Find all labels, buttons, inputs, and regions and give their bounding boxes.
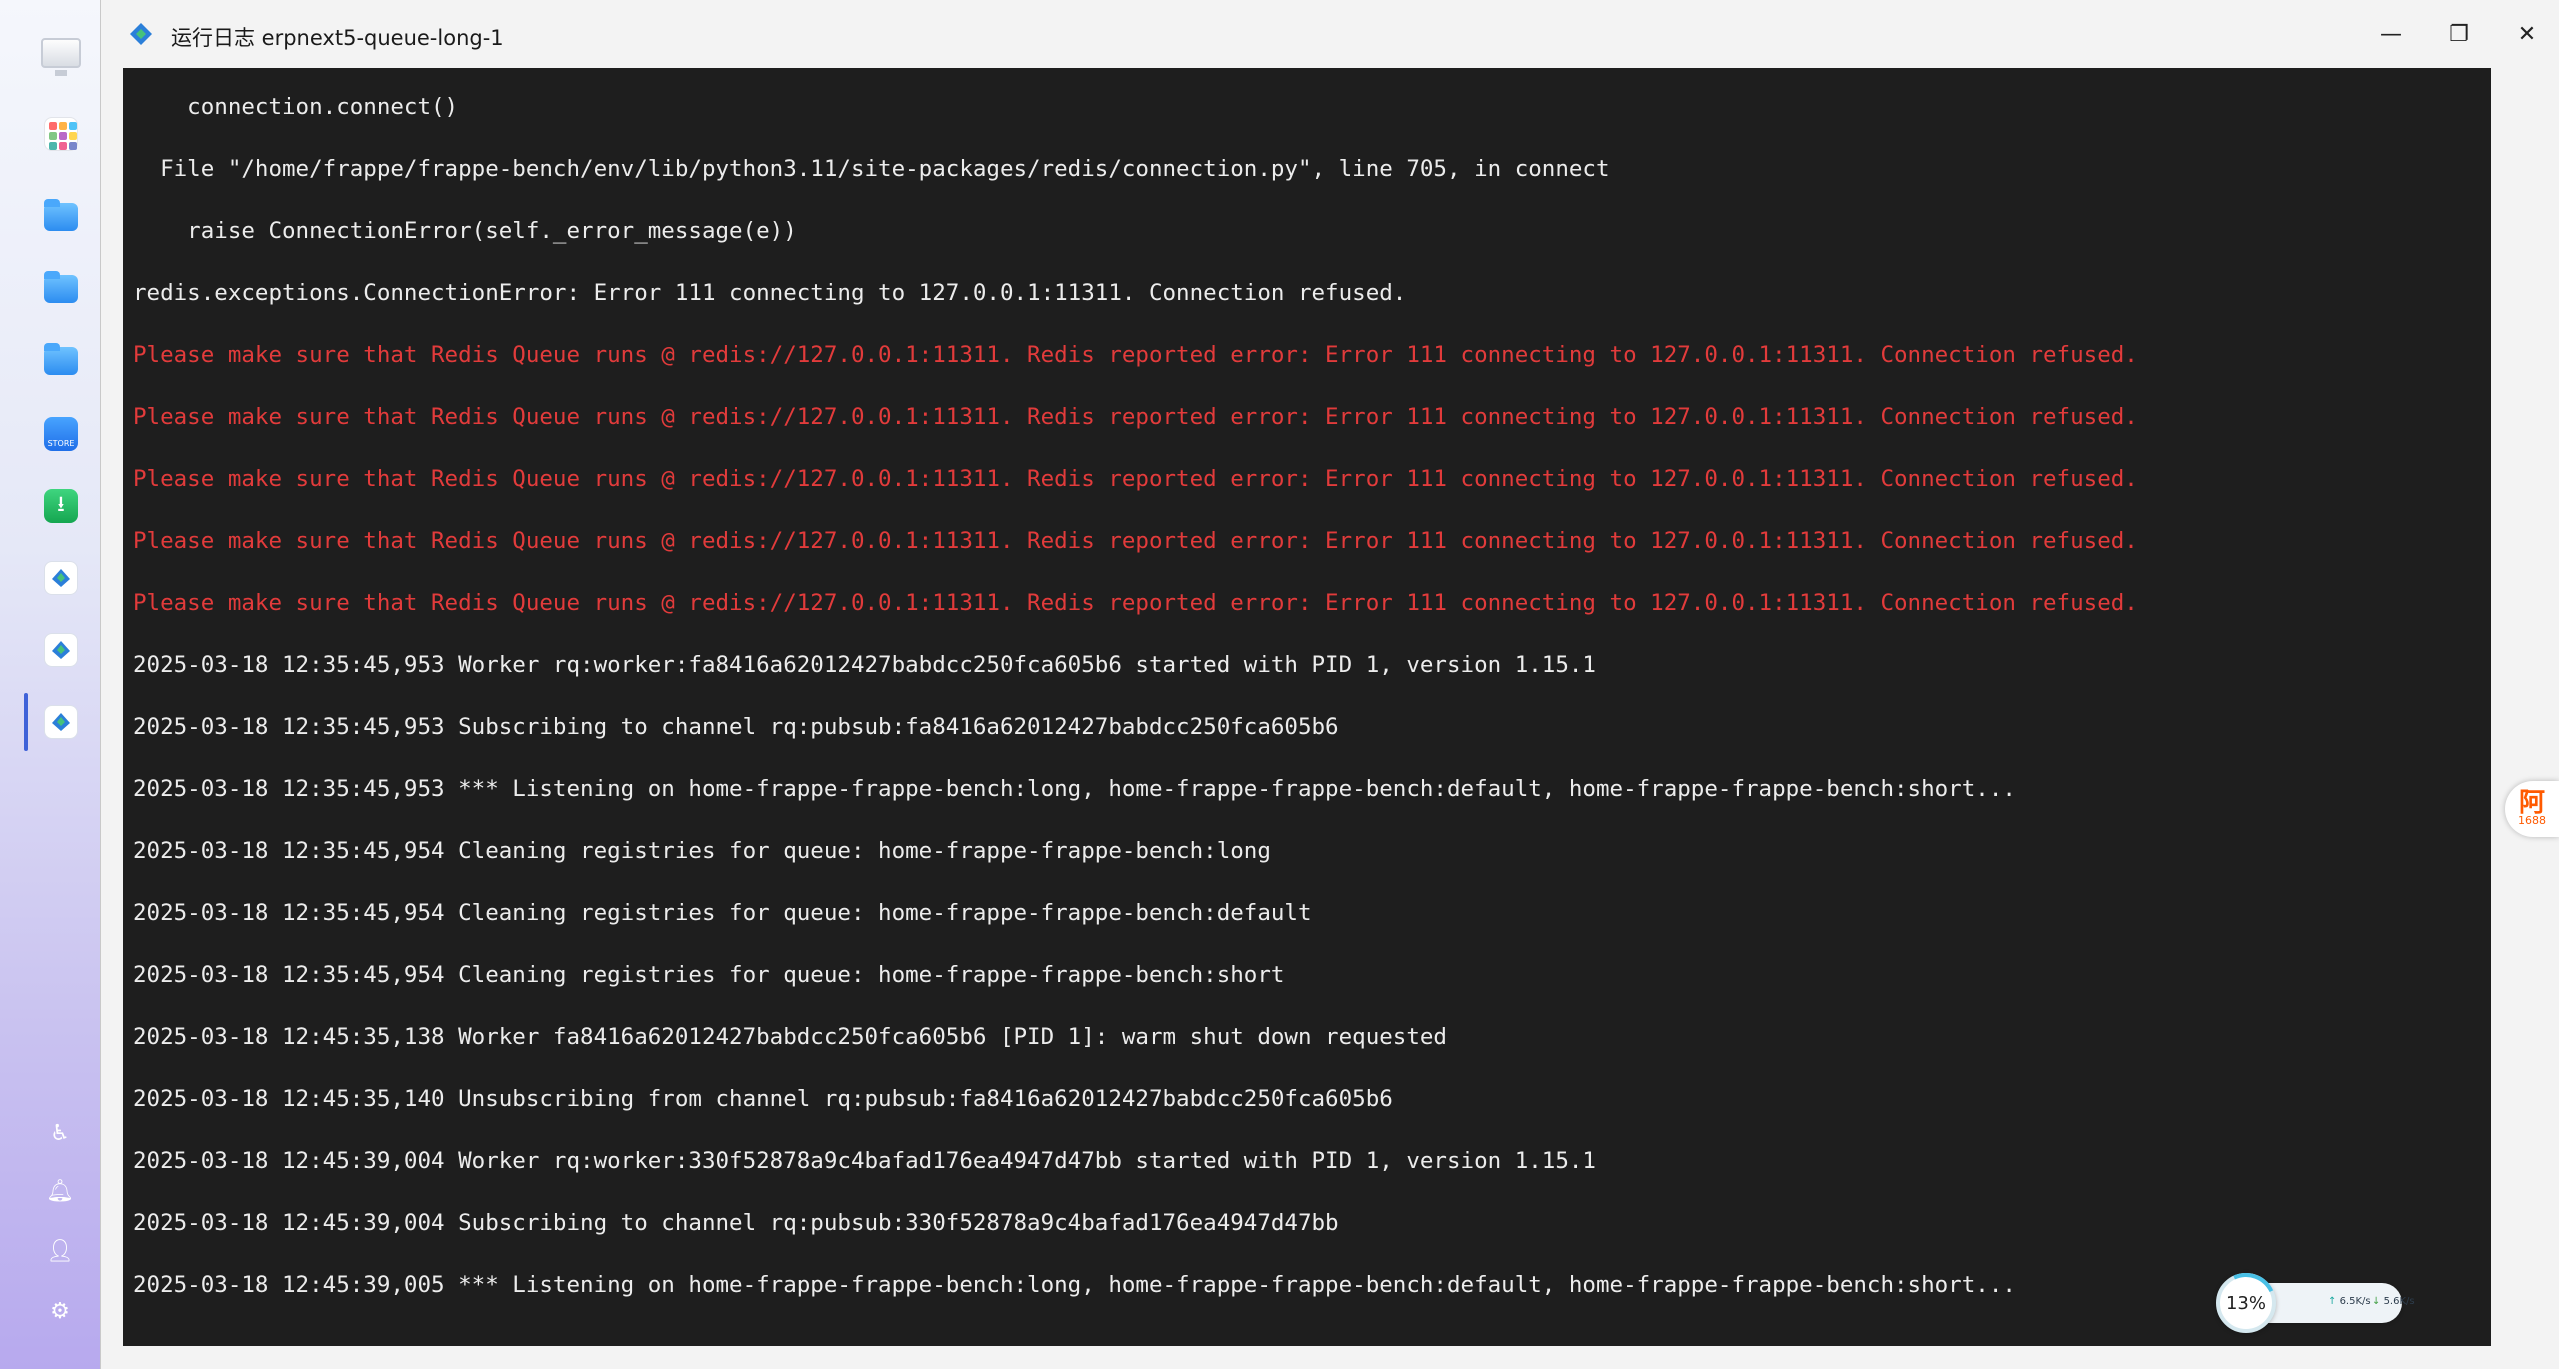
store-icon: STORE xyxy=(44,417,78,451)
floating-1688-badge[interactable]: 阿 1688 xyxy=(2505,781,2559,837)
apps-grid-icon xyxy=(44,117,78,151)
close-button[interactable]: ✕ xyxy=(2499,14,2555,54)
dock-item-folder-3[interactable] xyxy=(40,340,82,382)
log-line: 2025-03-18 12:45:39,004 Subscribing to c… xyxy=(133,1210,1339,1236)
log-line: 2025-03-18 12:45:35,140 Unsubscribing fr… xyxy=(133,1086,1393,1112)
log-window: 运行日志 erpnext5-queue-long-1 — ❐ ✕ connect… xyxy=(100,0,2559,1369)
window-titlebar[interactable]: 运行日志 erpnext5-queue-long-1 — ❐ ✕ xyxy=(101,0,2559,68)
log-lines: connection.connect() File "/home/frappe/… xyxy=(133,76,2138,1316)
log-line: Please make sure that Redis Queue runs @… xyxy=(133,466,2138,492)
download-icon: ⭳ xyxy=(44,489,78,523)
dock-item-my-device[interactable] xyxy=(40,32,82,76)
log-line: connection.connect() xyxy=(133,94,459,120)
accessibility-icon[interactable]: ♿ xyxy=(46,1120,74,1148)
dock-item-folder-1[interactable] xyxy=(40,196,82,238)
log-line: Please make sure that Redis Queue runs @… xyxy=(133,528,2138,554)
store-icon-label: STORE xyxy=(47,439,75,448)
dock-item-docker-1[interactable] xyxy=(40,557,82,599)
ali-badge-label: 1688 xyxy=(2518,814,2546,827)
network-monitor-widget[interactable]: 6.5K/s 5.6K/s 13% xyxy=(2216,1273,2415,1333)
docker-icon xyxy=(44,561,78,595)
log-output-panel[interactable]: connection.connect() File "/home/frappe/… xyxy=(123,68,2491,1346)
log-line: 2025-03-18 12:35:45,953 Subscribing to c… xyxy=(133,714,1339,740)
upload-speed: 6.5K/s xyxy=(2328,1296,2371,1307)
dock-item-app-store[interactable]: STORE xyxy=(40,413,82,455)
log-line: 2025-03-18 12:35:45,953 *** Listening on… xyxy=(133,776,2016,802)
minimize-button[interactable]: — xyxy=(2363,14,2419,54)
log-line: 2025-03-18 12:45:39,005 *** Listening on… xyxy=(133,1272,2016,1298)
desktop: STORE ⭳ ♿ 🔔︎ 👤︎ ⚙ 运行日志 erpnext5-queue-lo… xyxy=(0,0,2559,1369)
log-line: 2025-03-18 12:35:45,954 Cleaning registr… xyxy=(133,838,1271,864)
log-line: 2025-03-18 12:45:35,138 Worker fa8416a62… xyxy=(133,1024,1447,1050)
container-app-icon xyxy=(127,20,155,48)
bell-icon[interactable]: 🔔︎ xyxy=(46,1178,74,1206)
docker-icon xyxy=(44,705,78,739)
dock-item-folder-2[interactable] xyxy=(40,268,82,310)
cpu-usage-ring: 13% xyxy=(2216,1273,2276,1333)
ali-logo-icon: 阿 xyxy=(2518,788,2545,818)
settings-gear-icon[interactable]: ⚙ xyxy=(46,1298,74,1326)
log-line: 2025-03-18 12:35:45,953 Worker rq:worker… xyxy=(133,652,1596,678)
log-line: Please make sure that Redis Queue runs @… xyxy=(133,590,2138,616)
folder-icon xyxy=(44,271,78,303)
dock-item-downloads[interactable]: ⭳ xyxy=(40,485,82,527)
user-icon[interactable]: 👤︎ xyxy=(46,1238,74,1266)
cpu-usage-value: 13% xyxy=(2225,1292,2266,1314)
docker-icon xyxy=(44,633,78,667)
maximize-button[interactable]: ❐ xyxy=(2431,14,2487,54)
log-line: 2025-03-18 12:35:45,954 Cleaning registr… xyxy=(133,900,1312,926)
download-speed: 5.6K/s xyxy=(2372,1296,2415,1307)
log-line: 2025-03-18 12:45:39,004 Worker rq:worker… xyxy=(133,1148,1596,1174)
log-line: raise ConnectionError(self._error_messag… xyxy=(133,218,797,244)
dock-item-app-center[interactable] xyxy=(40,113,82,155)
folder-icon xyxy=(44,343,78,375)
app-dock: STORE ⭳ ♿ 🔔︎ 👤︎ ⚙ xyxy=(0,0,100,1369)
log-line: Please make sure that Redis Queue runs @… xyxy=(133,342,2138,368)
log-line: 2025-03-18 12:35:45,954 Cleaning registr… xyxy=(133,962,1285,988)
dock-item-docker-2[interactable] xyxy=(40,629,82,671)
folder-icon xyxy=(44,199,78,231)
log-line: redis.exceptions.ConnectionError: Error … xyxy=(133,280,1407,306)
log-line: File "/home/frappe/frappe-bench/env/lib/… xyxy=(133,156,1610,182)
window-title: 运行日志 erpnext5-queue-long-1 xyxy=(171,26,504,50)
monitor-icon xyxy=(41,38,81,76)
dock-item-docker-3[interactable] xyxy=(24,693,82,751)
log-line: Please make sure that Redis Queue runs @… xyxy=(133,404,2138,430)
